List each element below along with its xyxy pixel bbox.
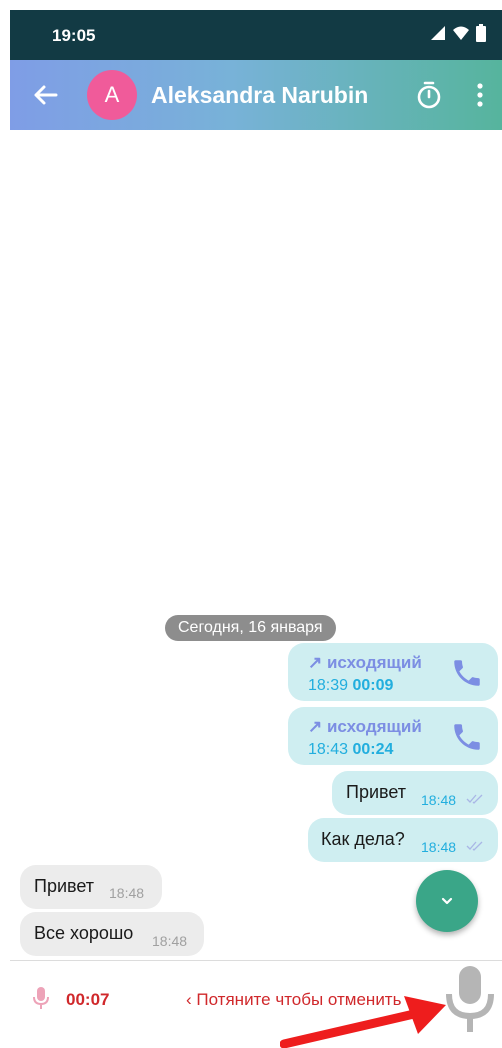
call-time-row: 18:39 00:09 <box>308 677 393 695</box>
call-duration: 00:09 <box>352 677 394 694</box>
divider <box>10 960 502 961</box>
back-arrow-icon[interactable] <box>30 80 60 110</box>
message-text: Привет <box>34 876 95 896</box>
phone-icon[interactable] <box>450 720 484 754</box>
incoming-message[interactable]: Привет 18:48 <box>20 865 162 909</box>
message-text: Привет <box>346 782 407 802</box>
message-time: 18:48 <box>421 792 457 808</box>
scroll-down-button[interactable] <box>416 870 478 932</box>
status-time: 19:05 <box>52 26 96 45</box>
chevron-down-icon <box>441 897 453 905</box>
call-direction: ↗ исходящий <box>308 717 422 736</box>
call-time: 18:43 <box>308 741 349 758</box>
mic-icon <box>33 987 49 1009</box>
call-bubble[interactable]: ↗ исходящий 18:39 00:09 <box>288 643 498 701</box>
wifi-icon <box>453 26 469 40</box>
incoming-message[interactable]: Все хорошо 18:48 <box>20 912 204 956</box>
call-time-row: 18:43 00:24 <box>308 741 393 759</box>
annotation-arrow-icon <box>280 996 446 1048</box>
contact-name[interactable]: Aleksandra Narubin <box>151 82 368 109</box>
status-icons <box>430 24 486 42</box>
message-time: 18:48 <box>109 885 145 901</box>
call-direction: ↗ исходящий <box>308 653 422 672</box>
recording-timer: 00:07 <box>66 990 110 1009</box>
signal-icon <box>431 26 445 40</box>
avatar[interactable]: A <box>87 70 137 120</box>
phone-icon[interactable] <box>450 656 484 690</box>
outgoing-message[interactable]: Как дела? 18:48 <box>308 818 498 862</box>
call-bubble[interactable]: ↗ исходящий 18:43 00:24 <box>288 707 498 765</box>
chat-header: A Aleksandra Narubin <box>10 60 502 130</box>
timer-icon[interactable] <box>414 80 444 110</box>
more-vert-icon[interactable] <box>468 80 492 110</box>
message-text: Как дела? <box>321 829 405 849</box>
outgoing-message[interactable]: Привет 18:48 <box>332 771 498 815</box>
message-time: 18:48 <box>421 839 457 855</box>
message-time: 18:48 <box>152 933 188 949</box>
battery-icon <box>476 24 486 42</box>
avatar-letter: A <box>104 82 120 107</box>
status-bar: 19:05 <box>10 10 502 60</box>
message-text: Все хорошо <box>34 923 134 943</box>
call-time: 18:39 <box>308 677 349 694</box>
date-separator: Сегодня, 16 января <box>165 615 336 641</box>
call-duration: 00:24 <box>352 741 394 758</box>
double-check-icon <box>466 841 483 851</box>
double-check-icon <box>466 794 483 804</box>
